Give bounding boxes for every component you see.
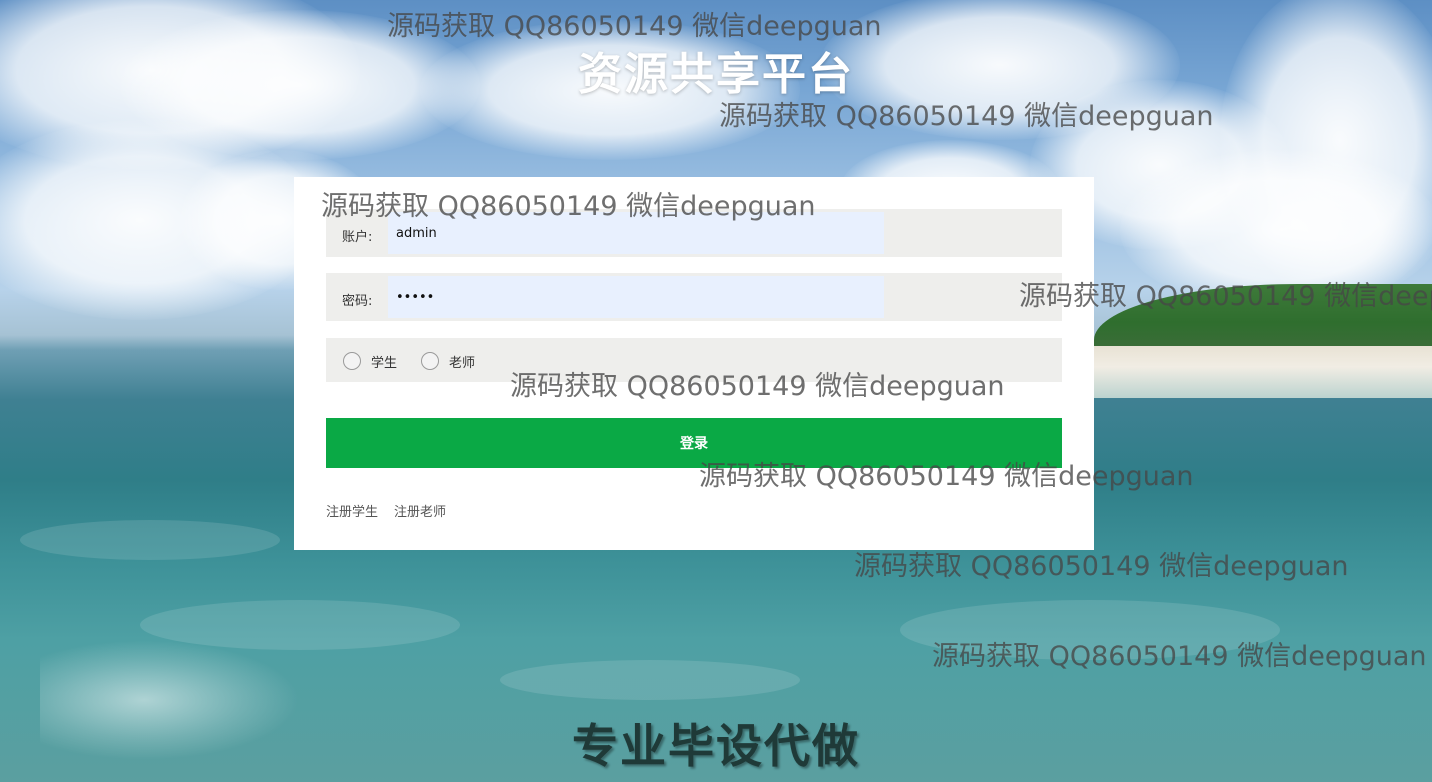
password-field-row: 密码: bbox=[326, 273, 1062, 321]
login-card: 账户: 密码: 学生 老师 登录 注册学生 注册老师 bbox=[294, 177, 1094, 550]
role-option-student[interactable]: 学生 bbox=[343, 351, 397, 371]
student-radio[interactable] bbox=[343, 352, 361, 370]
teacher-radio[interactable] bbox=[421, 352, 439, 370]
teacher-radio-label: 老师 bbox=[449, 355, 476, 371]
role-option-teacher[interactable]: 老师 bbox=[421, 351, 475, 371]
password-input[interactable] bbox=[388, 276, 884, 318]
account-input[interactable] bbox=[388, 212, 884, 254]
login-button[interactable]: 登录 bbox=[326, 418, 1062, 468]
password-label: 密码: bbox=[342, 294, 373, 309]
register-teacher-link[interactable]: 注册老师 bbox=[394, 505, 446, 520]
footer-banner: 专业毕设代做 bbox=[572, 719, 860, 773]
student-radio-label: 学生 bbox=[371, 355, 398, 371]
account-field-row: 账户: bbox=[326, 209, 1062, 257]
role-select-row: 学生 老师 bbox=[326, 338, 1062, 382]
account-label: 账户: bbox=[342, 230, 373, 245]
register-student-link[interactable]: 注册学生 bbox=[326, 505, 378, 520]
site-title: 资源共享平台 bbox=[578, 49, 854, 100]
register-links: 注册学生 注册老师 bbox=[326, 501, 462, 520]
